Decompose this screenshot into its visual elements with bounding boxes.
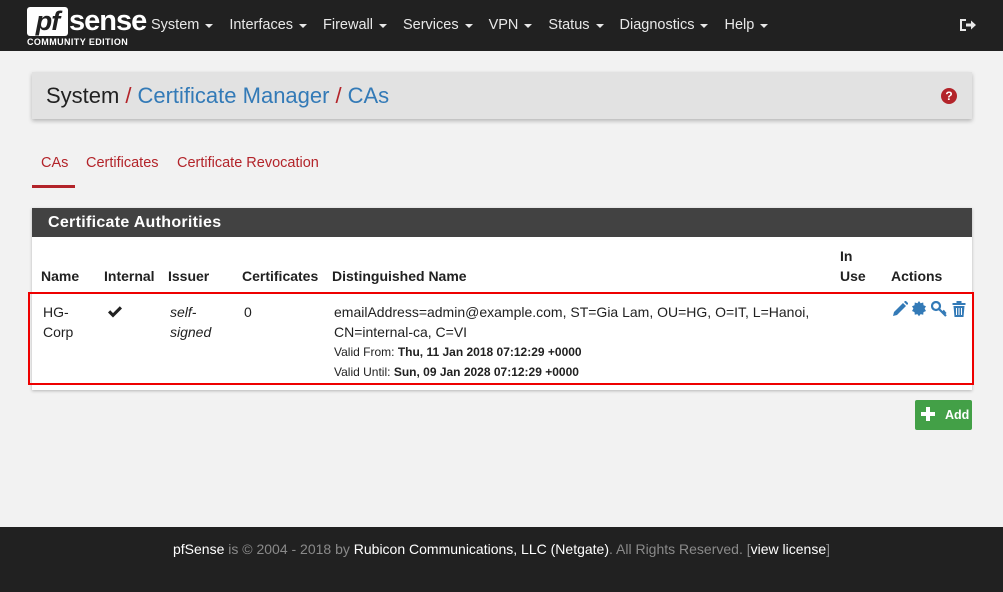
breadcrumb-separator: / [335,83,342,108]
check-icon [108,306,122,318]
footer: pfSense is © 2004 - 2018 by Rubicon Comm… [0,527,1003,592]
nav-help[interactable]: Help [716,0,776,51]
nav-vpn-label: VPN [488,17,519,33]
nav-status[interactable]: Status [540,0,611,51]
column-header-name: Name [41,268,80,284]
dn-line1: emailAddress=admin@example.com, ST=Gia L… [334,304,810,320]
certificate-authorities-panel: Certificate Authorities Name Internal Is… [28,208,974,390]
nav-system[interactable]: System [143,0,221,51]
caret-down-icon [595,24,604,28]
nav-diagnostics[interactable]: Diagnostics [612,0,717,51]
caret-down-icon [700,24,709,28]
column-header-certificates: Certificates [242,268,319,284]
panel-title: Certificate Authorities [32,208,972,237]
caret-down-icon [524,24,533,28]
nav-diagnostics-label: Diagnostics [619,17,695,33]
valid-from-value: Thu, 11 Jan 2018 07:12:29 +0000 [397,345,582,359]
main-menu: System Interfaces Firewall Services VPN … [143,0,776,51]
column-header-in-use-line2: Use [840,268,866,284]
ca-name-line2: Corp [43,324,74,340]
valid-until: Valid Until: Sun, 09 Jan 2028 07:12:29 +… [334,362,809,382]
column-header-distinguished-name: Distinguished Name [332,268,467,284]
tab-certificate-revocation[interactable]: Certificate Revocation [177,152,319,188]
pencil-icon[interactable] [892,301,908,317]
breadcrumb-cas[interactable]: CAs [348,83,390,108]
ca-issuer-line2: signed [170,324,212,340]
breadcrumb-certificate-manager[interactable]: Certificate Manager [137,83,329,108]
nav-services[interactable]: Services [395,0,481,51]
dn-line2: CN=internal-ca, C=VI [334,324,468,340]
question-circle-icon[interactable]: ? [941,88,957,104]
ca-distinguished-name: emailAddress=admin@example.com, ST=Gia L… [334,302,809,382]
footer-company: Rubicon Communications, LLC (Netgate) [353,541,609,557]
logo-edition: COMMUNITY EDITION [27,37,129,47]
caret-down-icon [378,24,387,28]
valid-until-label: Valid Until: [334,365,391,379]
plus-icon [921,407,935,421]
nav-vpn[interactable]: VPN [481,0,541,51]
nav-status-label: Status [548,17,590,33]
nav-help-label: Help [724,17,755,33]
breadcrumb: System / Certificate Manager / CAs ? [32,72,972,119]
footer-bracket: ] [826,541,830,557]
key-icon[interactable] [931,301,947,317]
ca-certificate-count: 0 [244,304,252,320]
nav-services-label: Services [402,17,459,33]
column-header-actions: Actions [891,268,943,284]
tab-certificates[interactable]: Certificates [86,152,159,188]
nav-interfaces-label: Interfaces [229,17,294,33]
logo-pf: pf [27,7,68,36]
add-button-label: Add [945,408,970,422]
ca-name: HG- Corp [43,302,73,342]
ca-issuer-line1: self- [170,304,197,320]
caret-down-icon [760,24,769,28]
tab-cas[interactable]: CAs [32,152,75,188]
ca-issuer: self- signed [170,302,211,342]
ca-name-line1: HG- [43,304,69,320]
breadcrumb-separator: / [125,83,132,108]
breadcrumb-system: System [46,83,120,108]
top-navbar: pf sense COMMUNITY EDITION System Interf… [0,0,1003,51]
pfsense-logo[interactable]: pf sense COMMUNITY EDITION [27,6,147,49]
column-header-internal: Internal [104,268,155,284]
add-button[interactable]: Add [915,400,972,430]
nav-system-label: System [151,17,200,33]
logo-sense: sense [69,5,147,37]
nav-interfaces[interactable]: Interfaces [221,0,315,51]
trash-icon[interactable] [951,301,967,317]
nav-firewall[interactable]: Firewall [315,0,395,51]
caret-down-icon [205,24,214,28]
breadcrumb-trail: System / Certificate Manager / CAs [46,83,389,109]
certificate-icon[interactable] [911,301,927,317]
valid-until-value: Sun, 09 Jan 2028 07:12:29 +0000 [393,365,579,379]
footer-copyright: is © 2004 - 2018 by [224,541,354,557]
view-license-link[interactable]: view license [751,541,826,557]
sign-out-icon[interactable] [959,17,977,33]
nav-firewall-label: Firewall [323,17,373,33]
caret-down-icon [299,24,308,28]
footer-brand: pfSense [173,541,225,557]
column-header-in-use-line1: In [840,248,853,264]
column-header-issuer: Issuer [168,268,210,284]
valid-from: Valid From: Thu, 11 Jan 2018 07:12:29 +0… [334,342,809,362]
caret-down-icon [464,24,473,28]
footer-rights: . All Rights Reserved. [ [609,541,751,557]
valid-from-label: Valid From: [334,345,395,359]
